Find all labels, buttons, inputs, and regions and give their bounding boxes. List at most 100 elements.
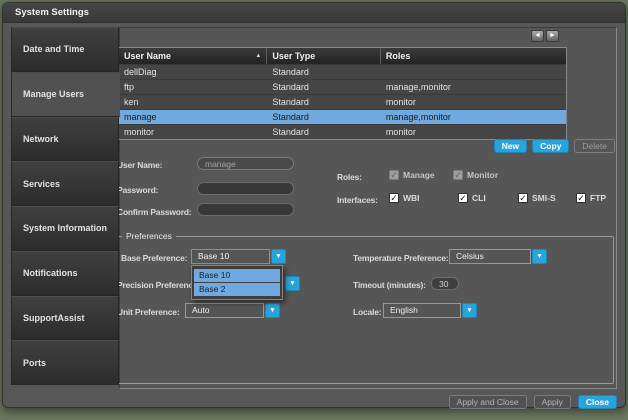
temperature-preference-value: Celsius [456, 251, 484, 261]
tab-label: SupportAssist [23, 313, 85, 323]
table-cell: monitor [381, 95, 566, 109]
role-checkbox-manage: ✓ Manage [389, 170, 435, 180]
column-label: User Name [124, 51, 171, 61]
tab-label: System Information [23, 223, 107, 233]
column-header-user-name[interactable]: User Name ▲ [119, 48, 267, 64]
unit-preference-combobox[interactable]: Auto [185, 303, 264, 318]
checkmark-icon: ✓ [459, 193, 467, 203]
desktop-background: System Settings Date and Time Manage Use… [0, 0, 628, 420]
unit-preference-label: Unit Preference: [117, 307, 179, 317]
locale-label: Locale: [353, 307, 381, 317]
confirm-password-label: Confirm Password: [117, 207, 192, 217]
manage-role-checkbox[interactable]: ✓ [389, 170, 399, 180]
temperature-preference-combobox[interactable]: Celsius [449, 249, 531, 264]
chevron-down-icon: ▼ [536, 253, 542, 260]
wbi-checkbox[interactable]: ✓ [389, 193, 399, 203]
base-preference-dropdown-button[interactable]: ▼ [271, 249, 286, 264]
checkbox-label: Manage [403, 170, 435, 180]
table-row[interactable]: dellDiag Standard [119, 64, 566, 79]
preferences-legend: Preferences [122, 231, 176, 241]
interface-checkbox-smi-s: ✓ SMI-S [518, 193, 556, 203]
roles-label: Roles: [337, 172, 362, 182]
table-cell: manage [119, 110, 267, 124]
table-header: User Name ▲ User Type Roles [119, 48, 566, 64]
nav-forward-button[interactable]: ► [546, 30, 559, 42]
interfaces-label: Interfaces: [337, 195, 378, 205]
new-button[interactable]: New [494, 139, 527, 153]
arrow-left-icon: ◄ [534, 32, 541, 39]
role-checkbox-monitor: ✓ Monitor [453, 170, 498, 180]
sort-ascending-icon: ▲ [255, 53, 261, 59]
tab-label: Services [23, 179, 60, 189]
locale-dropdown-button[interactable]: ▼ [462, 303, 477, 318]
copy-button[interactable]: Copy [532, 139, 569, 153]
table-row-selected[interactable]: manage Standard manage,monitor [119, 109, 566, 124]
checkmark-icon: ✓ [390, 170, 398, 180]
unit-preference-dropdown-button[interactable]: ▼ [265, 303, 280, 318]
sidebar-item-system-information[interactable]: System Information [11, 206, 119, 251]
tab-label: Date and Time [23, 44, 84, 54]
checkbox-label: WBI [403, 193, 420, 203]
password-field[interactable] [197, 182, 294, 195]
nav-back-button[interactable]: ◄ [531, 30, 544, 42]
dropdown-option-base-10[interactable]: Base 10 [194, 269, 280, 282]
table-cell: Standard [267, 110, 381, 124]
tab-label: Manage Users [23, 89, 84, 99]
table-row[interactable]: monitor Standard monitor [119, 124, 566, 139]
interface-checkbox-ftp: ✓ FTP [576, 193, 606, 203]
delete-button[interactable]: Delete [574, 139, 615, 153]
base-preference-combobox[interactable]: Base 10 [191, 249, 270, 264]
table-cell: manage,monitor [381, 110, 566, 124]
table-cell: ftp [119, 80, 267, 94]
monitor-role-checkbox[interactable]: ✓ [453, 170, 463, 180]
table-row[interactable]: ken Standard monitor [119, 94, 566, 109]
checkbox-label: CLI [472, 193, 486, 203]
user-name-field[interactable] [197, 157, 294, 170]
dialog-titlebar[interactable]: System Settings [3, 3, 625, 23]
apply-and-close-button[interactable]: Apply and Close [449, 395, 527, 409]
close-button[interactable]: Close [578, 395, 617, 409]
precision-preference-dropdown-button[interactable]: ▼ [285, 276, 300, 291]
table-row[interactable]: ftp Standard manage,monitor [119, 79, 566, 94]
sidebar-item-notifications[interactable]: Notifications [11, 251, 119, 296]
interface-checkbox-wbi: ✓ WBI [389, 193, 420, 203]
checkbox-label: SMI-S [532, 193, 556, 203]
interface-checkbox-cli: ✓ CLI [458, 193, 486, 203]
timeout-label: Timeout (minutes): [353, 280, 426, 290]
locale-combobox[interactable]: English [383, 303, 461, 318]
user-action-buttons: New Copy Delete [383, 139, 615, 153]
unit-preference-value: Auto [192, 305, 210, 315]
tab-label: Network [23, 134, 59, 144]
smi-s-checkbox[interactable]: ✓ [518, 193, 528, 203]
table-cell: Standard [267, 65, 381, 79]
chevron-down-icon: ▼ [289, 280, 295, 287]
arrow-right-icon: ► [549, 32, 556, 39]
chevron-down-icon: ▼ [275, 253, 281, 260]
table-cell: Standard [267, 80, 381, 94]
sidebar-item-supportassist[interactable]: SupportAssist [11, 296, 119, 341]
tab-label: Ports [23, 358, 46, 368]
confirm-password-field[interactable] [197, 203, 294, 216]
chevron-down-icon: ▼ [466, 307, 472, 314]
checkmark-icon: ✓ [454, 170, 462, 180]
sidebar-item-date-and-time[interactable]: Date and Time [11, 27, 119, 72]
dialog-title: System Settings [15, 7, 89, 18]
sidebar-item-manage-users[interactable]: Manage Users [11, 72, 120, 117]
column-header-user-type[interactable]: User Type [267, 48, 381, 64]
apply-button[interactable]: Apply [534, 395, 571, 409]
temperature-preference-label: Temperature Preference: [353, 253, 448, 263]
precision-preference-label: Precision Preference: [117, 280, 200, 290]
temperature-preference-dropdown-button[interactable]: ▼ [532, 249, 547, 264]
cli-checkbox[interactable]: ✓ [458, 193, 468, 203]
dropdown-option-base-2[interactable]: Base 2 [194, 283, 280, 296]
checkmark-icon: ✓ [519, 193, 527, 203]
ftp-checkbox[interactable]: ✓ [576, 193, 586, 203]
sidebar-tabs: Date and Time Manage Users Network Servi… [11, 27, 119, 385]
column-header-roles[interactable]: Roles [381, 48, 566, 64]
sidebar-item-services[interactable]: Services [11, 161, 119, 206]
timeout-field[interactable] [431, 277, 459, 290]
column-label: Roles [386, 51, 411, 61]
sidebar-item-network[interactable]: Network [11, 117, 119, 162]
column-label: User Type [272, 51, 315, 61]
sidebar-item-ports[interactable]: Ports [11, 340, 119, 385]
